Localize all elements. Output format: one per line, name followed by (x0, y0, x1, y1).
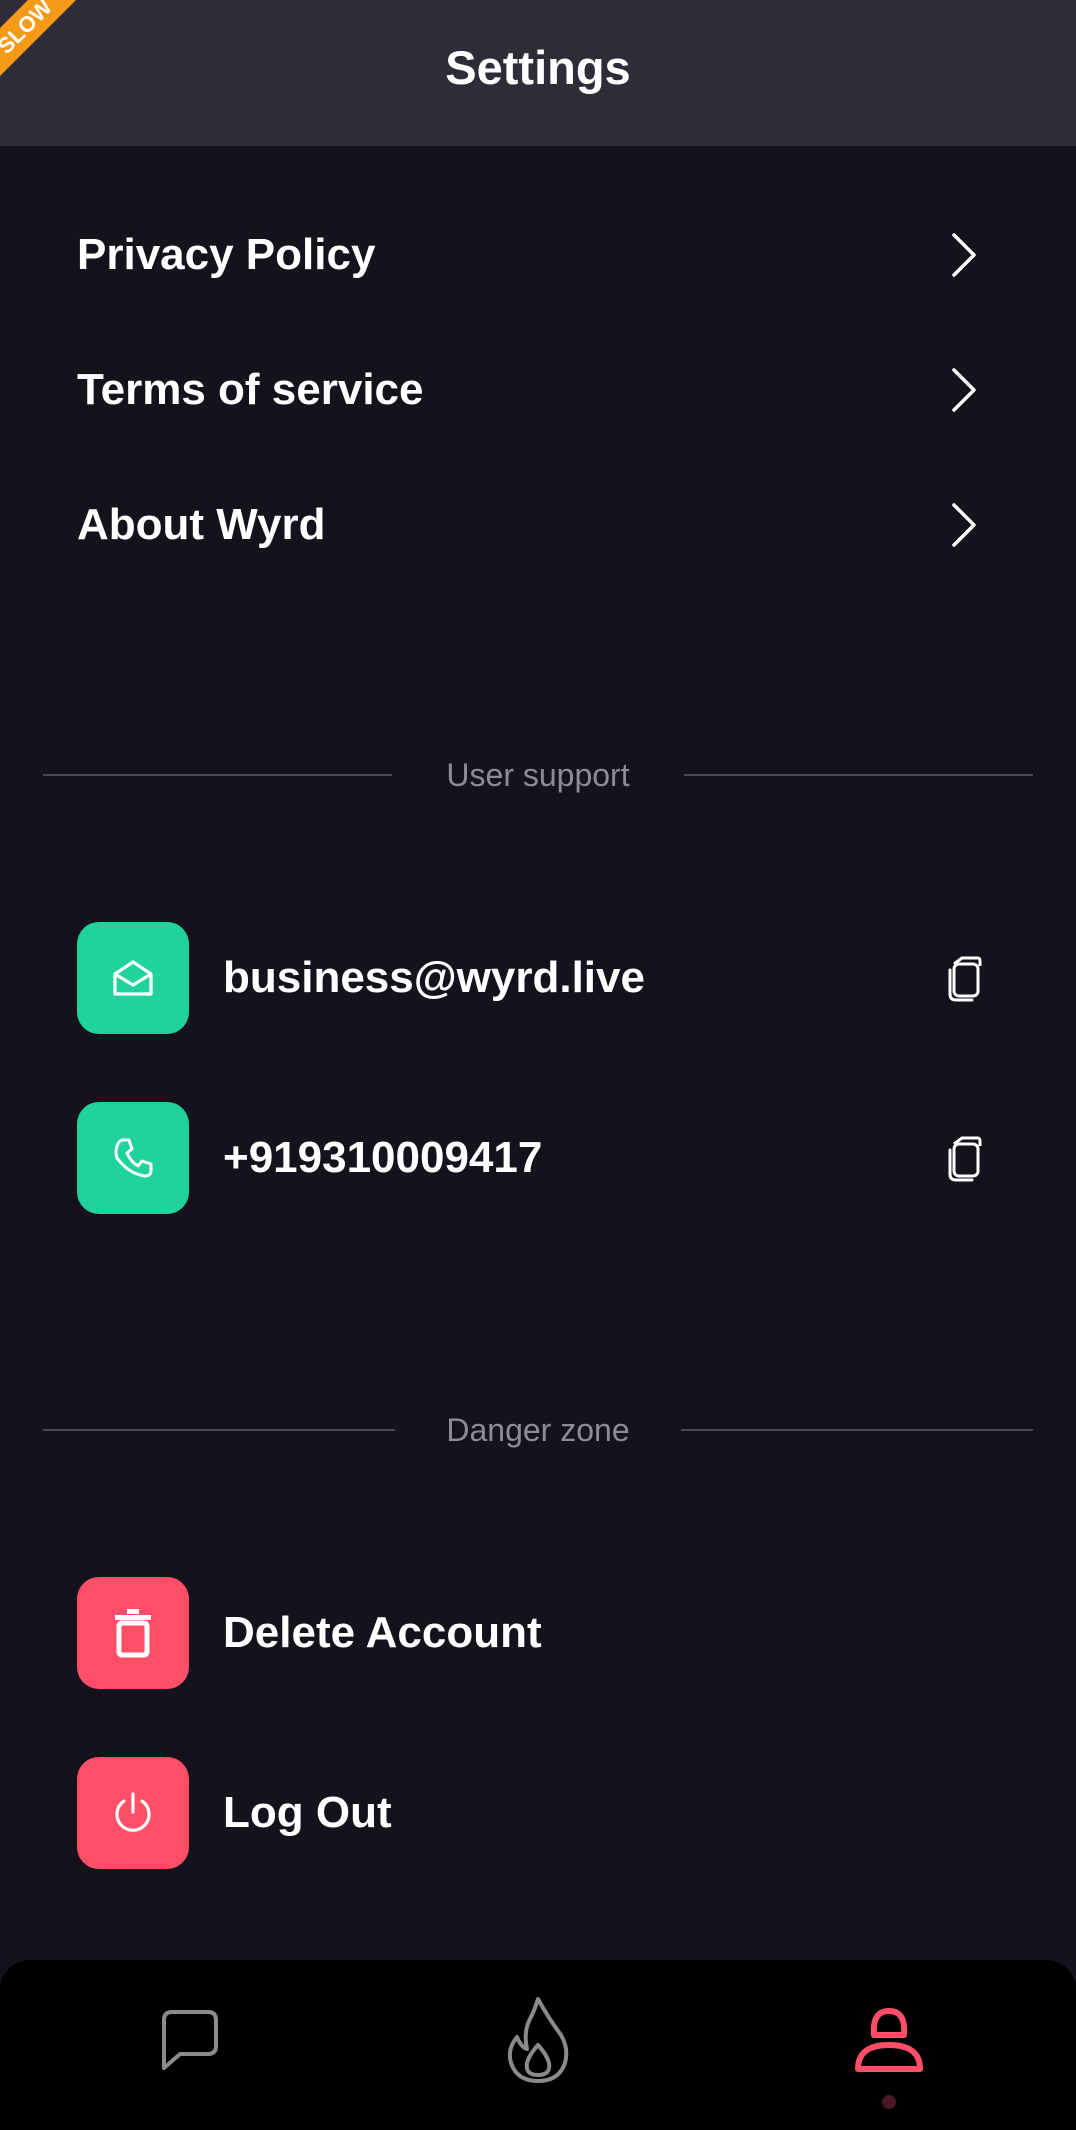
log-out-button[interactable]: Log Out (0, 1757, 1076, 1869)
about-wyrd-label: About Wyrd (77, 500, 326, 549)
delete-account-button[interactable]: Delete Account (0, 1577, 1076, 1689)
phone-tile (77, 1102, 189, 1214)
privacy-policy-label: Privacy Policy (77, 230, 376, 279)
mail-open-icon (113, 960, 153, 996)
page-title: Settings (445, 40, 631, 94)
phone-row: +919310009417 (0, 1102, 1076, 1214)
logout-tile (77, 1757, 189, 1869)
terms-of-service-label: Terms of service (77, 365, 424, 414)
chevron-right-icon (952, 368, 976, 412)
chevron-right-icon (952, 233, 976, 277)
terms-of-service-row[interactable]: Terms of service (0, 330, 1076, 450)
app-header: Settings (0, 0, 1076, 146)
trash-icon (115, 1609, 151, 1658)
profile-icon (855, 2008, 923, 2072)
divider-line (684, 774, 1033, 776)
delete-tile (77, 1577, 189, 1689)
phone-icon (114, 1138, 153, 1178)
email-row: business@wyrd.live (0, 922, 1076, 1034)
privacy-policy-row[interactable]: Privacy Policy (0, 195, 1076, 315)
delete-account-label: Delete Account (223, 1608, 542, 1657)
bottom-navigation (0, 1960, 1076, 2130)
copy-phone-icon[interactable] (942, 1134, 990, 1184)
flame-icon (507, 1997, 569, 2083)
email-tile (77, 922, 189, 1034)
divider-line (681, 1429, 1033, 1431)
tab-profile[interactable] (829, 1980, 949, 2100)
user-support-divider: User support (43, 755, 1033, 795)
danger-zone-divider: Danger zone (43, 1410, 1033, 1450)
tab-chats[interactable] (128, 1980, 248, 2100)
phone-value: +919310009417 (223, 1133, 543, 1182)
tab-discover[interactable] (478, 1980, 598, 2100)
power-icon (115, 1792, 151, 1832)
about-wyrd-row[interactable]: About Wyrd (0, 465, 1076, 585)
email-value: business@wyrd.live (223, 953, 645, 1002)
chevron-right-icon (952, 503, 976, 547)
copy-email-icon[interactable] (942, 954, 990, 1004)
active-tab-indicator (882, 2095, 896, 2109)
log-out-label: Log Out (223, 1788, 392, 1837)
chat-bubble-icon (162, 2010, 218, 2070)
